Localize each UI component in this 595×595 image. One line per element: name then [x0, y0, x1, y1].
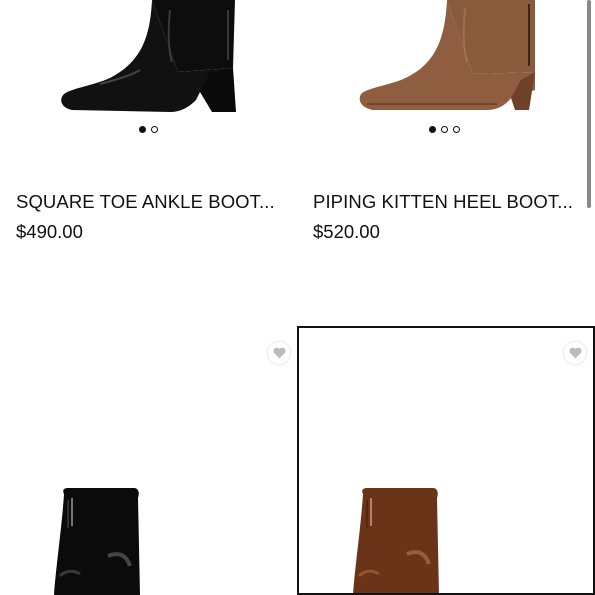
product-card[interactable]: [0, 326, 297, 595]
image-carousel-dots[interactable]: [429, 126, 460, 133]
carousel-dot[interactable]: [453, 126, 460, 133]
wishlist-button[interactable]: [267, 341, 291, 365]
heart-icon: [272, 347, 286, 359]
carousel-dot-active[interactable]: [429, 126, 436, 133]
carousel-dot[interactable]: [441, 126, 448, 133]
selected-card-outline: [297, 326, 595, 595]
black-boot-icon: [61, 0, 236, 112]
product-card-square-toe-ankle-boot[interactable]: SQUARE TOE ANKLE BOOT... $490.00: [0, 0, 297, 260]
brown-boot-icon: [359, 0, 535, 110]
scrollbar[interactable]: [587, 0, 591, 208]
product-image[interactable]: [0, 0, 297, 120]
product-image[interactable]: [0, 486, 297, 595]
product-grid-page: SQUARE TOE ANKLE BOOT... $490.00 PIPING …: [0, 0, 595, 595]
product-name[interactable]: PIPING KITTEN HEEL BOOT...: [313, 191, 573, 213]
product-price: $520.00: [313, 221, 380, 242]
product-price: $490.00: [16, 221, 83, 242]
black-boot-icon: [54, 488, 140, 595]
product-name[interactable]: SQUARE TOE ANKLE BOOT...: [16, 191, 275, 213]
carousel-dot[interactable]: [151, 126, 158, 133]
image-carousel-dots[interactable]: [139, 126, 158, 133]
product-image[interactable]: [297, 0, 595, 120]
carousel-dot-active[interactable]: [139, 126, 146, 133]
product-card-piping-kitten-heel-boot[interactable]: PIPING KITTEN HEEL BOOT... $520.00: [297, 0, 595, 260]
